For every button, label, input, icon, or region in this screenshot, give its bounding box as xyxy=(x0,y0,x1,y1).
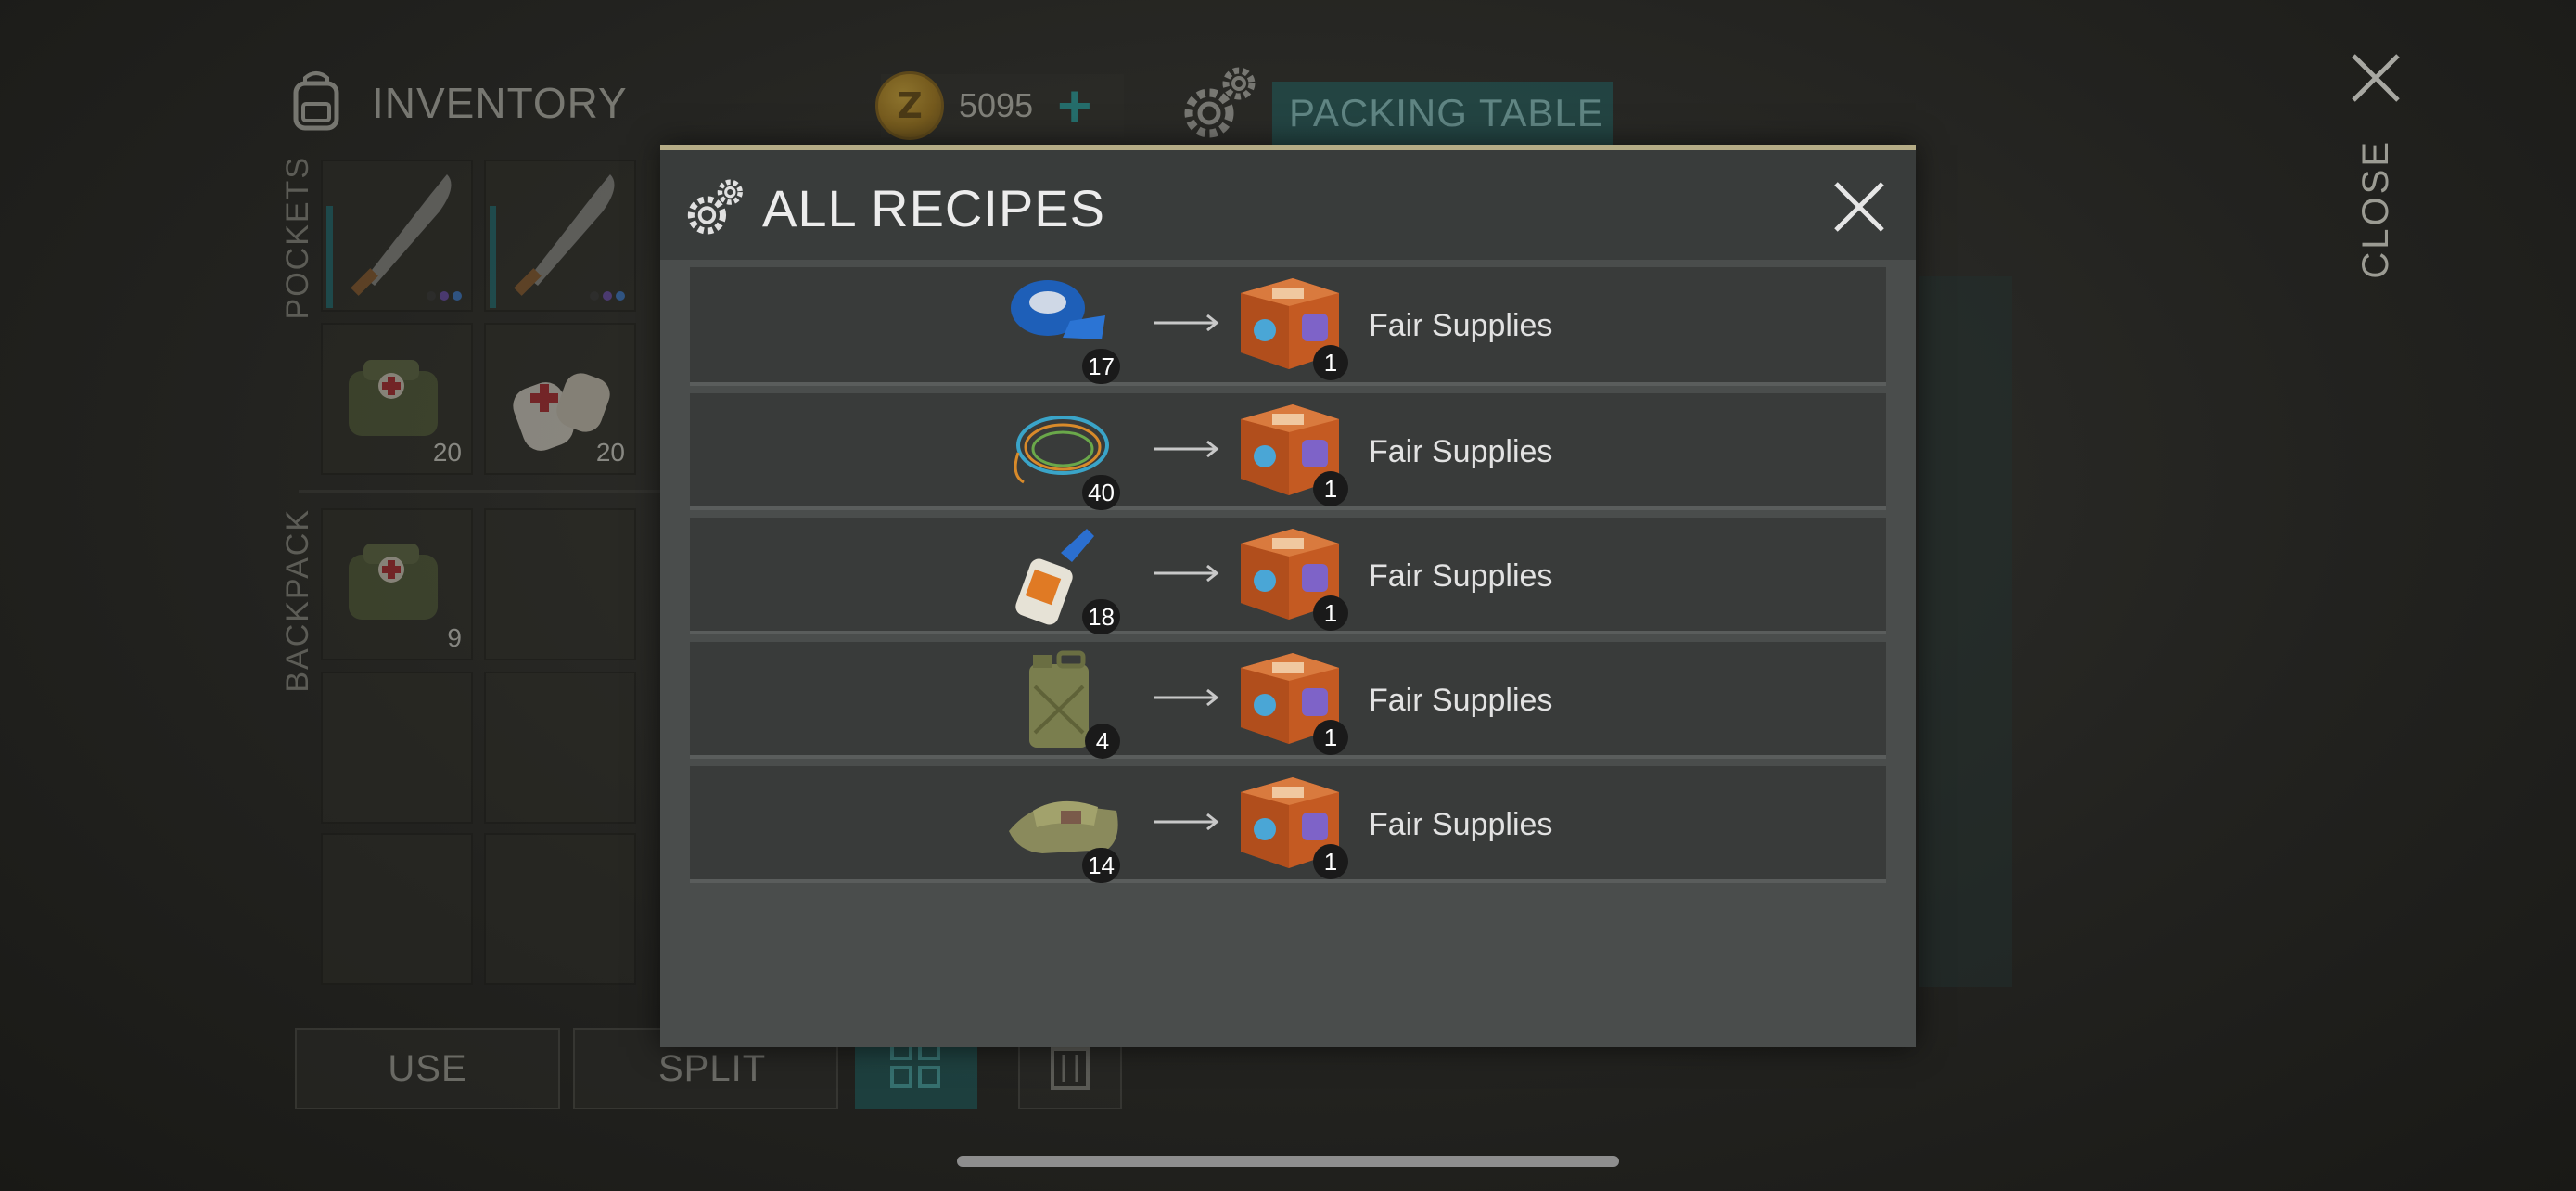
arrow-icon xyxy=(1154,811,1220,833)
output-count: 1 xyxy=(1313,471,1348,506)
arrow-icon xyxy=(1154,686,1220,709)
ingredient-slot: 18 xyxy=(1005,525,1120,634)
station-name[interactable]: PACKING TABLE xyxy=(1272,82,1613,145)
arrow-icon xyxy=(1154,312,1220,334)
ingredient-slot: 17 xyxy=(1005,275,1120,384)
currency-box: Z 5095 + xyxy=(875,71,1124,140)
output-count: 1 xyxy=(1313,345,1348,380)
backpack-slot[interactable]: 9 xyxy=(321,508,473,660)
section-divider xyxy=(299,490,670,493)
ingredient-count: 4 xyxy=(1085,724,1120,759)
row-gap xyxy=(690,386,1886,393)
recipes-modal: ALL RECIPES 17 1 Fair Supplies 40 1 Fair… xyxy=(660,145,1916,1047)
item-count: 9 xyxy=(447,623,462,652)
machete-icon xyxy=(501,167,631,311)
gears-icon xyxy=(1178,63,1261,151)
output-slot: 1 xyxy=(1235,393,1348,506)
pockets-label: POCKETS xyxy=(280,156,315,320)
recipe-row[interactable]: 14 1 Fair Supplies xyxy=(690,766,1886,883)
output-name: Fair Supplies xyxy=(1369,558,1553,594)
inventory-title: INVENTORY xyxy=(372,78,628,127)
durability-bar xyxy=(490,206,496,308)
backpack-label: BACKPACK xyxy=(280,508,315,693)
ingredient-count: 17 xyxy=(1082,349,1120,384)
recipe-row[interactable]: 17 1 Fair Supplies xyxy=(690,267,1886,386)
machete-icon xyxy=(338,167,467,311)
pocket-slot-edge xyxy=(647,160,660,471)
output-count: 1 xyxy=(1313,844,1348,879)
durability-bar xyxy=(326,206,333,308)
ingredient-slot: 4 xyxy=(1005,649,1120,759)
item-count: 20 xyxy=(432,438,462,467)
gears-icon xyxy=(682,176,747,246)
close-icon[interactable] xyxy=(2348,50,2404,110)
backpack-slot[interactable] xyxy=(321,833,473,985)
backpack-slot[interactable] xyxy=(321,672,473,824)
recipe-row[interactable]: 40 1 Fair Supplies xyxy=(690,393,1886,510)
pocket-slot[interactable] xyxy=(484,160,636,312)
side-panel xyxy=(1919,276,2012,987)
add-currency-button[interactable]: + xyxy=(1057,76,1091,135)
pocket-slot[interactable]: 20 xyxy=(484,323,636,475)
recipe-list: 17 1 Fair Supplies 40 1 Fair Supplies 18… xyxy=(690,267,1886,883)
recipe-row[interactable]: 18 1 Fair Supplies xyxy=(690,518,1886,634)
modal-title: ALL RECIPES xyxy=(762,179,1105,237)
currency-amount: 5095 xyxy=(959,86,1034,124)
output-slot: 1 xyxy=(1235,518,1348,631)
ingredient-count: 40 xyxy=(1082,475,1120,510)
pocket-slot[interactable] xyxy=(321,160,473,312)
output-slot: 1 xyxy=(1235,766,1348,879)
output-name: Fair Supplies xyxy=(1369,434,1553,469)
output-slot: 1 xyxy=(1235,642,1348,755)
ingredient-slot: 14 xyxy=(1005,774,1120,883)
output-name: Fair Supplies xyxy=(1369,807,1553,842)
home-indicator[interactable] xyxy=(957,1156,1619,1167)
backpack-slot[interactable] xyxy=(484,833,636,985)
coin-icon: Z xyxy=(875,71,944,140)
close-icon[interactable] xyxy=(1830,178,1888,240)
ingredient-count: 18 xyxy=(1082,599,1120,634)
output-count: 1 xyxy=(1313,720,1348,755)
pocket-slot[interactable]: 20 xyxy=(321,323,473,475)
backpack-icon xyxy=(283,67,350,138)
mod-dots xyxy=(427,291,462,301)
arrow-icon xyxy=(1154,438,1220,460)
item-count: 20 xyxy=(595,438,625,467)
ingredient-slot: 40 xyxy=(1005,401,1120,510)
output-slot: 1 xyxy=(1235,267,1348,380)
recipe-row[interactable]: 4 1 Fair Supplies xyxy=(690,642,1886,759)
output-count: 1 xyxy=(1313,596,1348,631)
arrow-icon xyxy=(1154,562,1220,584)
use-button[interactable]: USE xyxy=(295,1028,560,1109)
inventory-header: INVENTORY xyxy=(283,67,628,138)
close-label[interactable]: CLOSE xyxy=(2355,139,2397,279)
backpack-slot[interactable] xyxy=(484,672,636,824)
modal-header: ALL RECIPES xyxy=(660,150,1916,260)
medkit-bag-icon xyxy=(338,527,449,643)
output-name: Fair Supplies xyxy=(1369,683,1553,718)
output-name: Fair Supplies xyxy=(1369,308,1553,343)
mod-dots xyxy=(590,291,625,301)
ingredient-count: 14 xyxy=(1082,848,1120,883)
backpack-slot[interactable] xyxy=(484,508,636,660)
